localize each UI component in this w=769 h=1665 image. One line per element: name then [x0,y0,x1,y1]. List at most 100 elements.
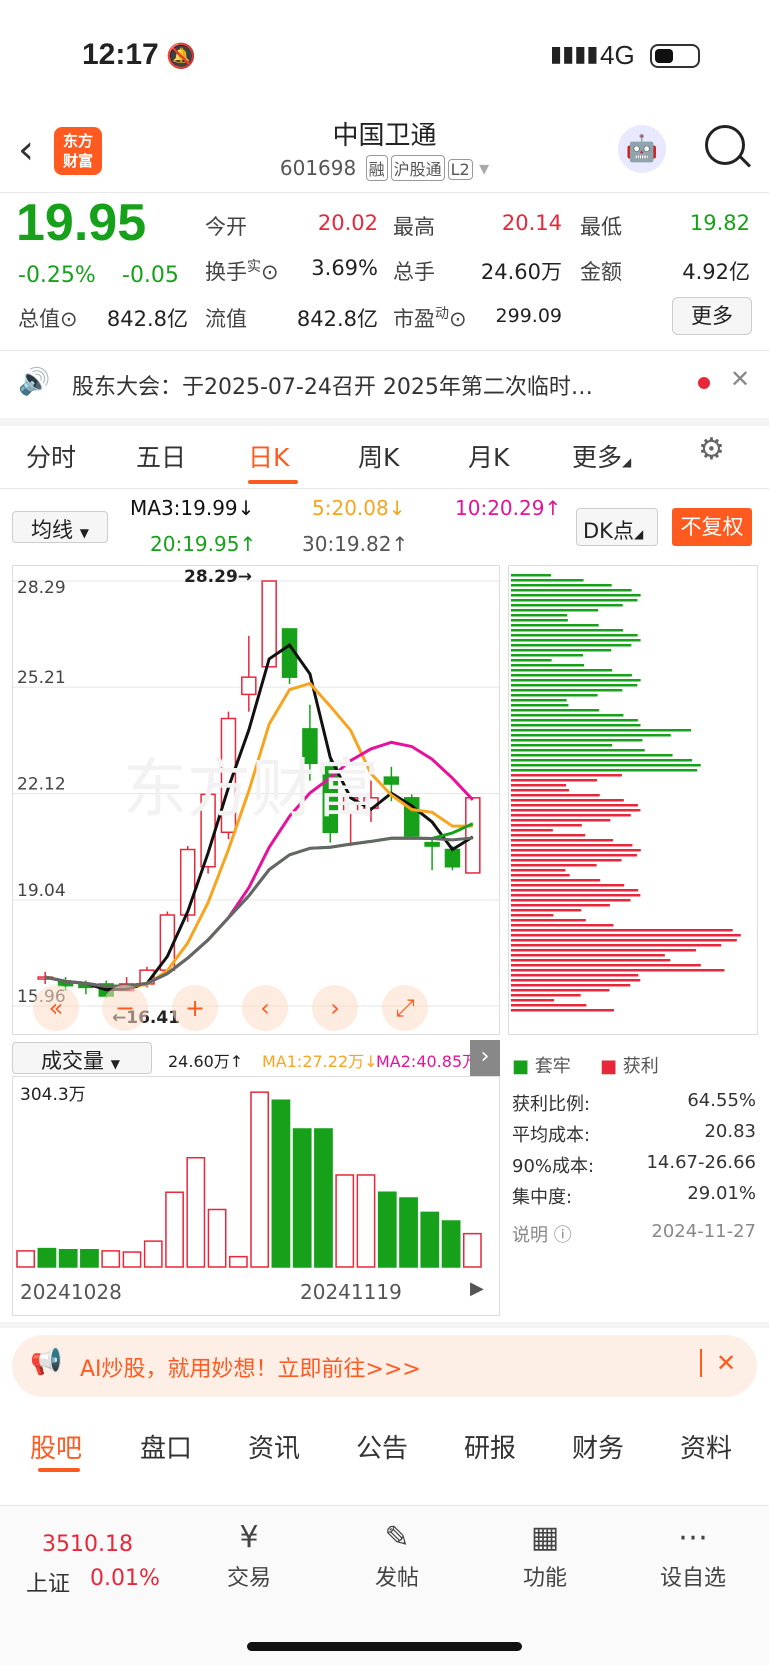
chip-bar [511,994,581,997]
float-label: 流值 [205,307,247,331]
next-icon[interactable]: › [312,985,358,1031]
content-tabs: 股吧 盘口 资讯 公告 研报 财务 资料 [0,1412,769,1472]
bottom-bar: 3510.18 上证 0.01% ¥ 交易 ✎ 发帖 ▦ 功能 ⋯ 设自选 [0,1505,769,1665]
vol-max-label: 304.3万 [20,1085,86,1105]
tab-monthly-k[interactable]: 月K [468,438,509,474]
kline-chart[interactable]: 28.2925.2122.1219.0415.96 东方财富 [12,565,500,1035]
ma30-value: 30:19.82↑ [302,532,409,556]
chip-bar [511,754,673,757]
chip-bar [511,984,631,987]
volume-bar [420,1211,440,1268]
status-bar: 12:17 🔕 ▮▮▮▮ 4G [0,0,769,110]
tag-connect: 沪股通 [390,155,445,181]
watermark-logo: 东方财富 [123,753,379,827]
zoom-out-icon[interactable]: − [102,985,148,1031]
tab-profile[interactable]: 资料 [680,1428,732,1465]
index-change[interactable]: 0.01% [90,1566,160,1591]
network-type: 4G [600,40,635,70]
period-tabs: 分时 五日 日K 周K 月K 更多◢ ⚙ [0,420,769,488]
volume-bar [37,1247,57,1268]
last-price: 19.95 [16,194,147,252]
index-name[interactable]: 上证 [26,1566,70,1598]
volume-bar [271,1099,291,1268]
fullscreen-icon[interactable]: ⤢ [382,985,428,1031]
ma-line-ma20 [44,822,474,989]
ma-line-ma30 [44,836,473,989]
high-label: 最高 [393,215,435,239]
chip-bar [511,904,610,907]
ma20-value: 20:19.95↑ [150,532,257,556]
close-promo-icon[interactable]: ✕ [700,1349,736,1377]
chip-bar [511,784,567,787]
search-icon[interactable] [705,125,745,165]
tab-more[interactable]: 更多◢ [572,438,631,474]
chip-bar [511,589,632,592]
tab-daily-k[interactable]: 日K [248,438,289,474]
volume-bar [228,1255,248,1268]
eastmoney-logo[interactable]: 东方 财富 [54,127,102,175]
vol-ma1: MA1:27.22万↓ [262,1052,378,1071]
more-button[interactable]: 更多 [672,297,752,335]
chip-bar [511,729,692,732]
trade-button[interactable]: ¥ 交易 [204,1520,294,1592]
tab-guba[interactable]: 股吧 [30,1428,82,1465]
chip-note-row[interactable]: 说明 ⓘ 2024-11-27 [512,1221,756,1247]
clock: 12:17 [82,38,159,71]
chip-bar [511,709,600,712]
candle-body [444,848,461,868]
legend-trapped: ■ 套牢 [512,1056,571,1077]
tab-news[interactable]: 资讯 [248,1428,300,1465]
dk-point-select[interactable]: DK点◢ [576,508,658,546]
tab-announce[interactable]: 公告 [356,1428,408,1465]
chip-bar [511,679,641,682]
tab-research[interactable]: 研报 [464,1428,516,1465]
chip-bar [511,594,641,597]
post-button[interactable]: ✎ 发帖 [352,1520,442,1592]
add-watchlist-button[interactable]: ⋯ 设自选 [648,1520,738,1592]
unread-dot [698,377,710,389]
open-label: 今开 [205,215,247,239]
y-tick-label: 19.04 [17,881,66,901]
chip-bar [511,769,698,772]
notice-text: 股东大会：于2025-07-24召开 2025年第二次临时… [72,375,593,400]
function-button[interactable]: ▦ 功能 [500,1520,590,1592]
chip-bar [511,659,552,662]
rewind-icon[interactable]: « [33,985,79,1031]
open-value: 20.02 [317,211,378,235]
tab-intraday[interactable]: 分时 [26,438,76,474]
back-icon[interactable]: ‹ [18,127,34,173]
ai-robot-icon[interactable]: 🤖 [618,125,666,173]
settings-gear-icon[interactable]: ⚙ [698,432,725,467]
volume-bar [441,1220,461,1268]
tag-l2: L2 [447,159,473,180]
chip-bar [511,694,598,697]
play-icon[interactable]: ▶ [470,1278,484,1299]
volume-bar [58,1248,78,1268]
zoom-in-icon[interactable]: + [172,985,218,1031]
index-value[interactable]: 3510.18 [42,1532,133,1557]
volume-select[interactable]: 成交量 ▼ [12,1042,152,1074]
close-icon[interactable]: ✕ [730,365,750,393]
legend-profit: ■ 获利 [600,1056,659,1077]
notice-bar[interactable]: 🔊 股东大会：于2025-07-24召开 2025年第二次临时… ✕ [0,355,769,413]
amount-value: 4.92亿 [682,260,750,284]
date-mid: 20241119 [300,1280,402,1304]
tab-pankou[interactable]: 盘口 [140,1428,192,1465]
prev-icon[interactable]: ‹ [242,985,288,1031]
adjust-type-button[interactable]: 不复权 [672,508,752,546]
chip-bar [511,939,737,942]
tab-weekly-k[interactable]: 周K [358,438,399,474]
mcap-label: 总值⊙ [18,307,78,331]
chip-bar [511,924,614,927]
stock-code: 601698 [279,156,357,180]
tab-finance[interactable]: 财务 [572,1428,624,1465]
chip-bar [511,584,612,587]
chip-bar [511,839,614,842]
ma-select[interactable]: 均线 ▼ [12,511,108,543]
tab-5day[interactable]: 五日 [136,438,186,474]
ai-promo-banner[interactable]: 📢 AI炒股，就用妙想！立即前往>>> ✕ [12,1335,757,1397]
y-tick-label: 28.29 [17,578,66,598]
volume-bar [292,1128,312,1268]
expand-arrow-icon[interactable]: › [470,1040,500,1076]
concentration-row: 集中度: 29.01% [512,1183,756,1208]
